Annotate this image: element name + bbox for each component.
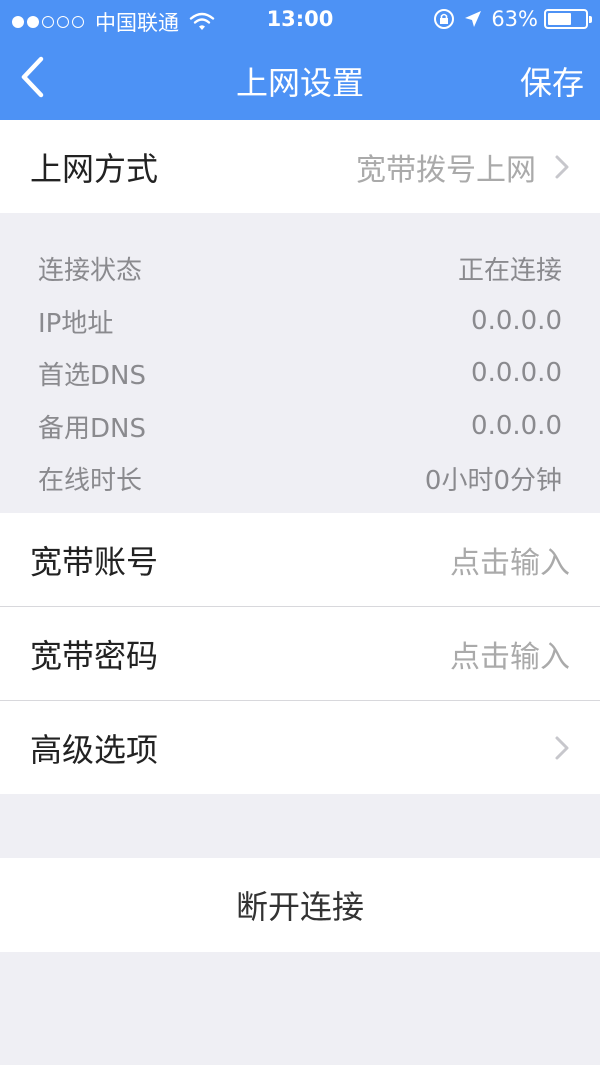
battery-nub [589, 16, 592, 23]
account-row[interactable]: 宽带账号 点击输入 [0, 513, 600, 606]
info-label: 连接状态 [38, 255, 143, 286]
account-placeholder: 点击输入 [450, 545, 570, 581]
chevron-right-icon [555, 155, 569, 178]
advanced-options-label: 高级选项 [30, 730, 159, 769]
info-row-secondary-dns: 备用DNS 0.0.0.0 [0, 400, 600, 452]
chevron-right-icon [555, 736, 569, 759]
battery-icon [544, 9, 592, 29]
password-placeholder: 点击输入 [450, 639, 570, 675]
page-title: 上网设置 [235, 64, 364, 102]
status-bar: 中国联通 13:00 63% [0, 0, 600, 40]
info-label: 在线时长 [38, 465, 143, 496]
battery-percentage: 63% [491, 7, 538, 31]
info-value: 正在连接 [457, 255, 562, 286]
navigation-bar: 上网设置 保存 [0, 40, 600, 120]
disconnect-button[interactable]: 断开连接 [0, 858, 600, 952]
connection-info-panel: 连接状态 正在连接 IP地址 0.0.0.0 首选DNS 0.0.0.0 备用D… [0, 213, 600, 513]
connection-mode-value: 宽带拨号上网 [356, 152, 536, 188]
advanced-options-right [536, 735, 570, 761]
save-button[interactable]: 保存 [520, 58, 584, 104]
info-value: 0小时0分钟 [424, 465, 562, 496]
info-label: 备用DNS [38, 413, 146, 444]
info-row-status: 连接状态 正在连接 [0, 242, 600, 294]
info-value: 0.0.0.0 [471, 358, 562, 388]
info-label: 首选DNS [38, 360, 146, 391]
account-label: 宽带账号 [30, 542, 159, 581]
password-row[interactable]: 宽带密码 点击输入 [0, 607, 600, 700]
info-value: 0.0.0.0 [471, 411, 562, 441]
rotation-lock-icon [434, 9, 455, 29]
advanced-options-row[interactable]: 高级选项 [0, 701, 600, 794]
info-row-primary-dns: 首选DNS 0.0.0.0 [0, 347, 600, 399]
battery-fill [548, 13, 571, 25]
info-row-ip: IP地址 0.0.0.0 [0, 295, 600, 347]
account-input[interactable]: 点击输入 [450, 538, 570, 582]
connection-mode-value-group: 宽带拨号上网 [356, 145, 570, 189]
info-label: IP地址 [38, 308, 114, 339]
info-row-online-time: 在线时长 0小时0分钟 [0, 452, 600, 504]
info-value: 0.0.0.0 [471, 306, 562, 336]
location-arrow-icon [465, 11, 482, 27]
password-label: 宽带密码 [30, 636, 159, 675]
connection-mode-label: 上网方式 [30, 149, 159, 188]
status-right: 63% [433, 7, 592, 31]
header: 中国联通 13:00 63% 上网设置 保存 [0, 0, 600, 120]
password-input[interactable]: 点击输入 [450, 632, 570, 676]
connection-mode-row[interactable]: 上网方式 宽带拨号上网 [0, 120, 600, 213]
